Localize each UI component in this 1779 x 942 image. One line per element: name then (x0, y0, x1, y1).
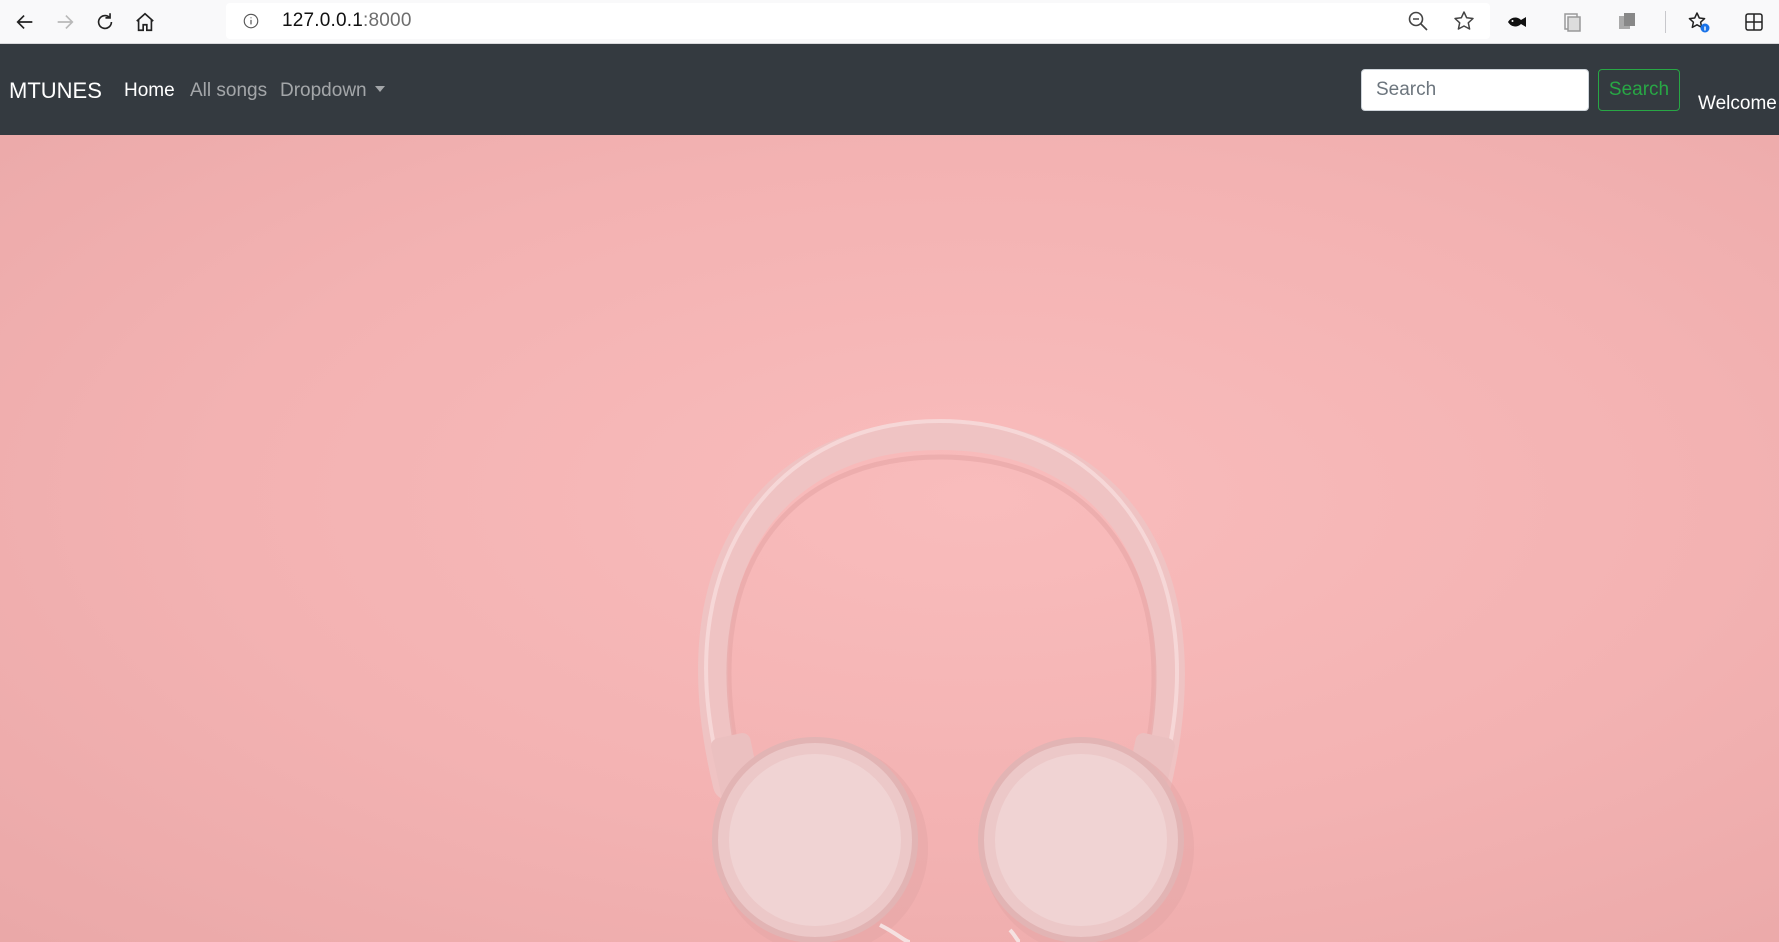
home-button[interactable] (128, 5, 162, 39)
search-input[interactable] (1361, 69, 1589, 111)
toolbar-divider (1665, 11, 1666, 33)
hero-banner (0, 135, 1779, 942)
forward-button[interactable] (48, 5, 82, 39)
brand-logo[interactable]: MTUNES (9, 78, 102, 104)
info-icon[interactable] (242, 12, 260, 30)
site-navbar: MTUNES Home All songs Dropdown Search We… (0, 44, 1779, 135)
url-port: :8000 (363, 10, 412, 31)
back-button[interactable] (8, 5, 42, 39)
search-button[interactable]: Search (1598, 69, 1680, 111)
forward-arrow-icon (57, 14, 74, 29)
back-arrow-icon (16, 14, 33, 29)
nav-dropdown-toggle[interactable]: Dropdown (280, 80, 385, 102)
address-bar[interactable]: 127.0.0.1:8000 (226, 3, 1490, 39)
favorites-icon (1688, 12, 1710, 33)
reload-button[interactable] (88, 5, 122, 39)
collections-icon (1564, 13, 1581, 32)
caret-down-icon (374, 85, 385, 92)
fish-extension-button[interactable] (1500, 5, 1534, 39)
copy-button[interactable] (1610, 5, 1644, 39)
extension-toolbar (1500, 0, 1779, 44)
reload-icon (97, 12, 113, 29)
favorites-button[interactable] (1682, 5, 1716, 39)
star-icon[interactable] (1452, 9, 1476, 33)
headphones-image (698, 418, 1194, 942)
welcome-text: Welcome (1698, 93, 1777, 114)
collections-button[interactable] (1555, 5, 1589, 39)
browser-toolbar: 127.0.0.1:8000 (0, 0, 1779, 44)
fish-extension-icon (1508, 17, 1526, 27)
nav-link-home[interactable]: Home (124, 80, 175, 102)
home-icon (136, 12, 154, 31)
zoom-out-icon[interactable] (1406, 9, 1430, 33)
extensions-button[interactable] (1737, 5, 1771, 39)
nav-link-all-songs[interactable]: All songs (190, 80, 267, 102)
url-text: 127.0.0.1:8000 (282, 10, 412, 32)
dropdown-label: Dropdown (280, 80, 367, 101)
url-host: 127.0.0.1 (282, 10, 364, 31)
copy-icon (1619, 13, 1635, 29)
extensions-icon (1745, 13, 1763, 31)
